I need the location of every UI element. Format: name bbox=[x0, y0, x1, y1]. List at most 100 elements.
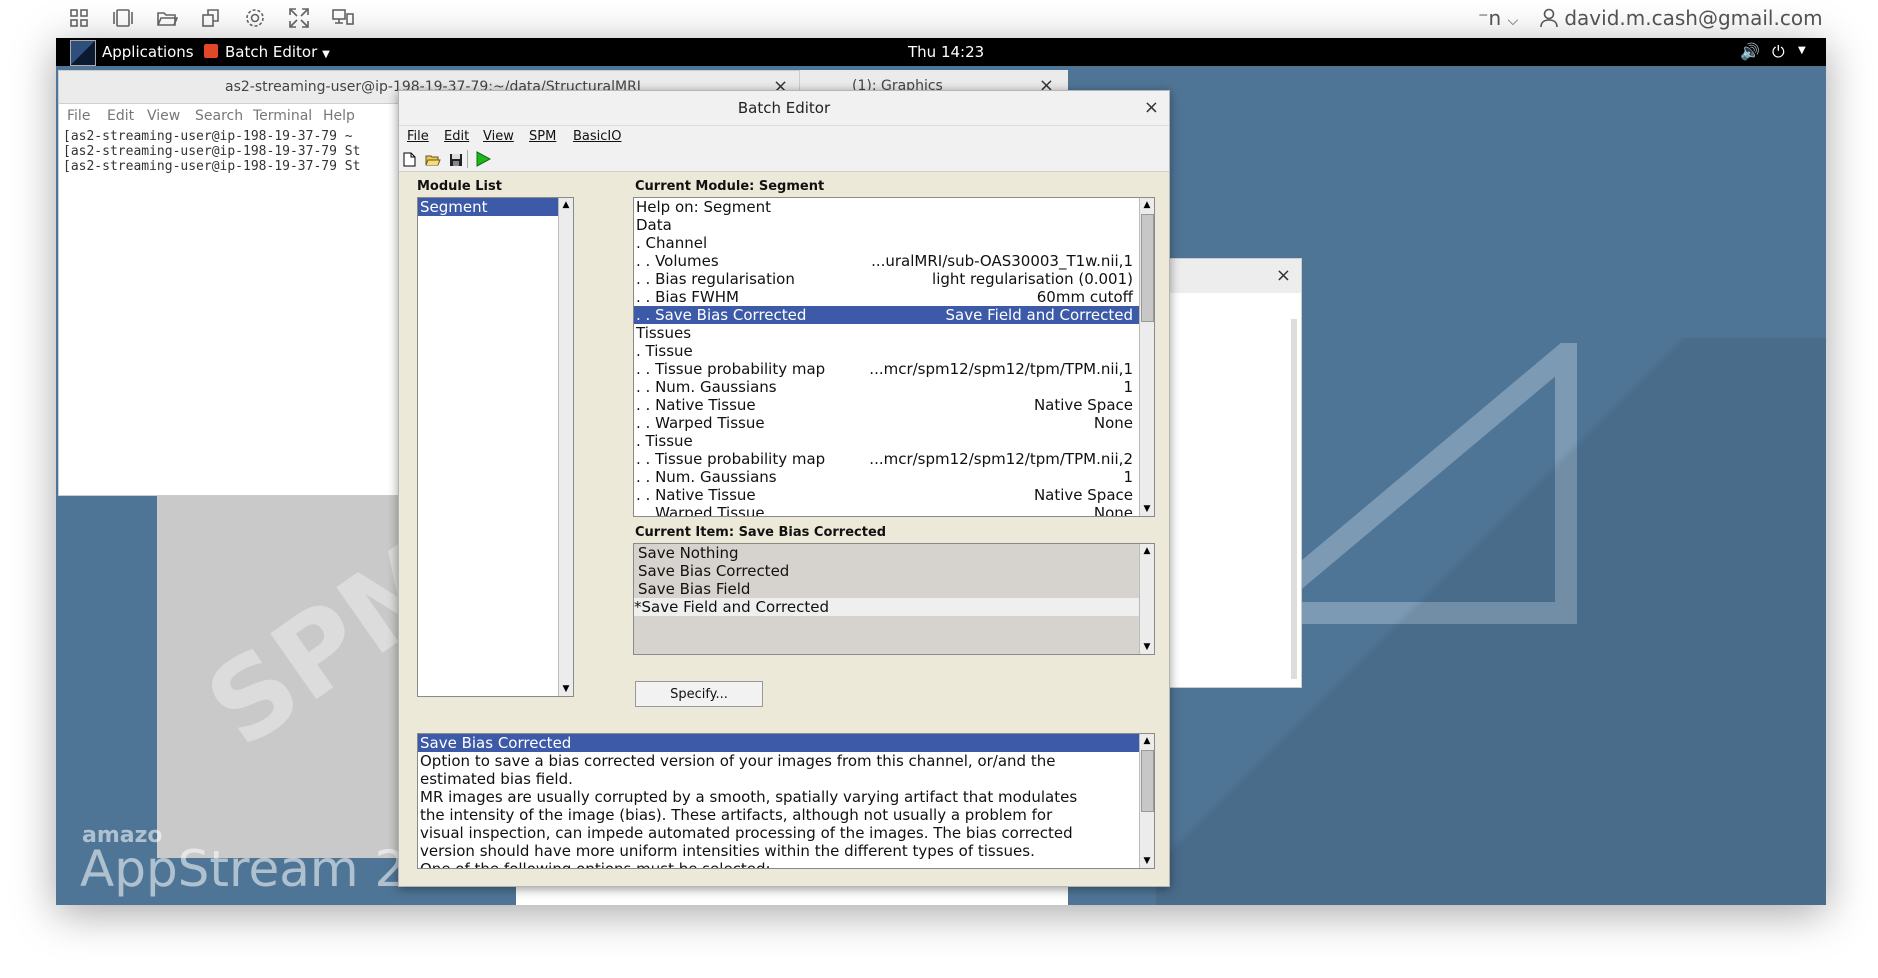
option-item[interactable]: Save Bias Field bbox=[634, 580, 1139, 598]
close-icon[interactable]: × bbox=[1276, 265, 1291, 286]
terminal-line: [as2-streaming-user@ip-198-19-37-79 ~ bbox=[63, 129, 353, 144]
option-item[interactable]: *Save Field and Corrected bbox=[634, 598, 1139, 616]
fullscreen-icon[interactable] bbox=[286, 5, 312, 31]
tree-row[interactable]: . . Native Tissue Native Space bbox=[634, 486, 1139, 504]
terminal-menu-edit[interactable]: Edit bbox=[107, 108, 134, 124]
terminal-menu-terminal[interactable]: Terminal bbox=[253, 108, 312, 124]
scroll-up-icon[interactable]: ▲ bbox=[1140, 198, 1154, 212]
tree-row-label: . . Bias FWHM bbox=[636, 288, 739, 306]
option-item[interactable]: Save Nothing bbox=[634, 544, 1139, 562]
tree-row[interactable]: . . Warped Tissue None bbox=[634, 504, 1139, 516]
tree-row[interactable]: . . Native Tissue Native Space bbox=[634, 396, 1139, 414]
tree-row[interactable]: . Tissue bbox=[634, 432, 1139, 450]
scroll-thumb[interactable] bbox=[1141, 750, 1154, 812]
module-list[interactable]: Segment ▲ ▼ bbox=[417, 197, 574, 697]
terminal-line: [as2-streaming-user@ip-198-19-37-79 St bbox=[63, 159, 361, 174]
specify-button[interactable]: Specify... bbox=[635, 681, 763, 707]
module-list-scrollbar[interactable]: ▲ ▼ bbox=[558, 198, 573, 696]
tree-row[interactable]: . . Tissue probability map ...mcr/spm12/s… bbox=[634, 360, 1139, 378]
windows-icon[interactable] bbox=[110, 5, 136, 31]
tree-row[interactable]: . . Num. Gaussians 1 bbox=[634, 378, 1139, 396]
scroll-up-icon[interactable]: ▲ bbox=[1140, 734, 1154, 748]
new-file-icon[interactable] bbox=[403, 152, 416, 171]
display-icon[interactable] bbox=[330, 5, 356, 31]
power-icon[interactable]: ⏻ bbox=[1772, 42, 1785, 62]
help-panel[interactable]: Save Bias Corrected Option to save a bia… bbox=[417, 733, 1155, 869]
scroll-thumb[interactable] bbox=[1141, 214, 1154, 322]
scroll-down-icon[interactable]: ▼ bbox=[1140, 502, 1154, 516]
menu-basicio[interactable]: BasicIO bbox=[573, 129, 621, 144]
secondary-scrollbar[interactable] bbox=[1291, 319, 1297, 679]
menu-file[interactable]: File bbox=[407, 129, 429, 144]
module-tree[interactable]: Help on: Segment Data . Channel . . Volum… bbox=[633, 197, 1155, 517]
terminal-output[interactable]: [as2-streaming-user@ip-198-19-37-79 ~ [a… bbox=[63, 129, 360, 174]
scroll-down-icon[interactable]: ▼ bbox=[1140, 854, 1154, 868]
tree-row[interactable]: . . Bias regularisation light regularisat… bbox=[634, 270, 1139, 288]
scroll-up-icon[interactable]: ▲ bbox=[559, 198, 573, 212]
scroll-up-icon[interactable]: ▲ bbox=[1140, 544, 1154, 558]
option-label: *Save Field and Corrected bbox=[634, 598, 829, 616]
applications-menu[interactable]: Applications bbox=[102, 43, 194, 61]
active-app-menu[interactable]: Batch Editor ▼ bbox=[225, 43, 330, 61]
gnome-top-bar: Applications Batch Editor ▼ Thu 14:23 🔊 … bbox=[56, 38, 1826, 66]
item-options-scrollbar[interactable]: ▲ ▼ bbox=[1139, 544, 1154, 654]
tree-row-label: . . Volumes bbox=[636, 252, 719, 270]
tree-row-value: ...mcr/spm12/spm12/tpm/TPM.nii,1 bbox=[869, 360, 1133, 378]
terminal-line: [as2-streaming-user@ip-198-19-37-79 St bbox=[63, 144, 361, 159]
menu-view[interactable]: View bbox=[483, 129, 514, 144]
terminal-menu-view[interactable]: View bbox=[147, 108, 180, 124]
help-title-row: Save Bias Corrected bbox=[418, 734, 1140, 752]
tree-row-value: Save Field and Corrected bbox=[945, 306, 1133, 324]
run-icon[interactable] bbox=[475, 151, 492, 171]
tree-row[interactable]: . . Tissue probability map ...mcr/spm12/s… bbox=[634, 450, 1139, 468]
tree-row[interactable]: . Tissue bbox=[634, 342, 1139, 360]
close-icon[interactable]: × bbox=[1144, 97, 1159, 118]
tree-row[interactable]: . . Volumes ...uralMRI/sub-OAS30003_T1w.n… bbox=[634, 252, 1139, 270]
tree-row[interactable]: . . Num. Gaussians 1 bbox=[634, 468, 1139, 486]
tree-row-value: None bbox=[1093, 414, 1133, 432]
tree-row-label: . . Tissue probability map bbox=[636, 360, 826, 378]
copy-icon[interactable] bbox=[198, 5, 224, 31]
tree-row[interactable]: Help on: Segment bbox=[634, 198, 1139, 216]
open-folder-icon[interactable] bbox=[425, 152, 441, 171]
tree-row-label: . . Bias regularisation bbox=[636, 270, 795, 288]
tree-row[interactable]: . . Bias FWHM 60mm cutoff bbox=[634, 288, 1139, 306]
batch-editor-window[interactable]: Batch Editor × File Edit View SPM BasicI… bbox=[398, 90, 1170, 887]
tree-row-label: . Tissue bbox=[636, 432, 693, 450]
option-item[interactable]: Save Bias Corrected bbox=[634, 562, 1139, 580]
terminal-menu-file[interactable]: File bbox=[67, 108, 90, 124]
volume-icon[interactable]: 🔊 bbox=[1740, 42, 1760, 61]
tree-row-value: 1 bbox=[1123, 468, 1133, 486]
gear-icon[interactable] bbox=[242, 5, 268, 31]
folder-icon[interactable] bbox=[154, 5, 180, 31]
terminal-menu-help[interactable]: Help bbox=[323, 108, 355, 124]
batch-menubar: File Edit View SPM BasicIO bbox=[399, 125, 1169, 148]
tree-row[interactable]: . . Warped Tissue None bbox=[634, 414, 1139, 432]
scroll-down-icon[interactable]: ▼ bbox=[559, 682, 573, 696]
grid-icon[interactable] bbox=[66, 5, 92, 31]
batch-iconbar bbox=[399, 147, 1169, 172]
tree-row[interactable]: Data bbox=[634, 216, 1139, 234]
applications-icon[interactable] bbox=[70, 40, 96, 66]
remote-desktop: Applications Batch Editor ▼ Thu 14:23 🔊 … bbox=[56, 38, 1826, 905]
help-scrollbar[interactable]: ▲ ▼ bbox=[1139, 734, 1154, 868]
item-options[interactable]: Save Nothing Save Bias Corrected Save Bias… bbox=[633, 543, 1155, 655]
tree-row[interactable]: Tissues bbox=[634, 324, 1139, 342]
secondary-window[interactable]: × bbox=[1166, 258, 1302, 688]
tree-row-label: . . Save Bias Corrected bbox=[636, 306, 807, 324]
chevron-down-icon: ⌵ bbox=[1507, 13, 1519, 29]
tree-row-label: . . Warped Tissue bbox=[636, 414, 765, 432]
module-item[interactable]: Segment bbox=[418, 198, 559, 216]
menu-spm[interactable]: SPM bbox=[529, 129, 556, 144]
save-icon[interactable] bbox=[449, 152, 463, 171]
keyboard-language[interactable]: ⁻n ⌵ bbox=[1478, 6, 1518, 30]
menu-edit[interactable]: Edit bbox=[444, 129, 469, 144]
chevron-down-icon[interactable]: ▼ bbox=[1798, 45, 1806, 56]
tree-row-label: . . Num. Gaussians bbox=[636, 378, 777, 396]
scroll-down-icon[interactable]: ▼ bbox=[1140, 640, 1154, 654]
terminal-menu-search[interactable]: Search bbox=[195, 108, 243, 124]
tree-row[interactable]: . . Save Bias Corrected Save Field and Co… bbox=[634, 306, 1139, 324]
module-tree-scrollbar[interactable]: ▲ ▼ bbox=[1139, 198, 1154, 516]
tree-row[interactable]: . Channel bbox=[634, 234, 1139, 252]
clock[interactable]: Thu 14:23 bbox=[908, 43, 984, 61]
